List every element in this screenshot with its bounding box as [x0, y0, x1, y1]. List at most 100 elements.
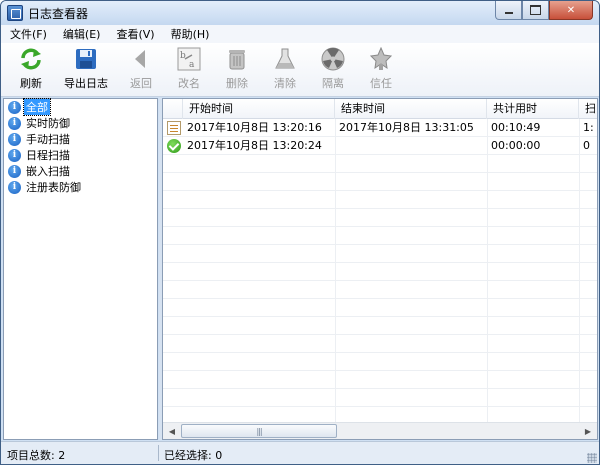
empty-row — [163, 191, 597, 209]
empty-row — [163, 371, 597, 389]
rename-button[interactable]: b a 改名 — [165, 43, 213, 95]
radiation-icon — [321, 47, 345, 71]
status-bar: 项目总数: 2 已经选择: 0 — [1, 441, 599, 464]
tree-item-scheduled-scan[interactable]: i 日程扫描 — [4, 147, 157, 163]
scrollbar-thumb[interactable]: ||| — [181, 424, 337, 438]
empty-row — [163, 317, 597, 335]
menu-help[interactable]: 帮助(H) — [168, 25, 213, 43]
tree-item-realtime-defense[interactable]: i 实时防御 — [4, 115, 157, 131]
empty-row — [163, 389, 597, 407]
cell-scan: 1: — [583, 121, 594, 134]
cell-start-time: 2017年10月8日 13:20:24 — [187, 139, 322, 152]
column-divider — [487, 119, 488, 423]
scroll-left-icon[interactable]: ◀ — [164, 424, 180, 439]
cell-duration: 00:10:49 — [491, 121, 541, 134]
window-controls: ✕ — [495, 1, 593, 20]
trust-button[interactable]: 信任 — [357, 43, 405, 95]
info-icon: i — [8, 180, 21, 194]
log-document-icon — [167, 121, 181, 135]
empty-row — [163, 227, 597, 245]
empty-row — [163, 353, 597, 371]
flask-icon — [273, 47, 297, 71]
empty-row — [163, 281, 597, 299]
status-divider — [158, 445, 159, 461]
export-log-button[interactable]: 导出日志 — [55, 43, 117, 95]
info-icon: i — [8, 116, 21, 130]
empty-row — [163, 155, 597, 173]
app-icon — [7, 5, 23, 21]
column-header-duration[interactable]: 共计用时 — [487, 99, 579, 119]
tree-item-label: 注册表防御 — [26, 181, 81, 194]
empty-row — [163, 335, 597, 353]
close-button[interactable]: ✕ — [549, 1, 593, 20]
tree-item-embedded-scan[interactable]: i 嵌入扫描 — [4, 163, 157, 179]
empty-row — [163, 299, 597, 317]
column-header-scan[interactable]: 扫 — [579, 99, 597, 119]
menu-view[interactable]: 查看(V) — [113, 25, 157, 43]
back-arrow-icon — [129, 47, 153, 71]
rename-label: 改名 — [178, 77, 200, 90]
trust-icon — [369, 47, 393, 71]
horizontal-scrollbar[interactable]: ◀ ||| ▶ — [163, 422, 597, 439]
title-bar[interactable]: 日志查看器 ✕ — [1, 1, 599, 25]
column-divider — [579, 119, 580, 423]
empty-row — [163, 245, 597, 263]
column-header-icon[interactable] — [163, 99, 183, 119]
log-list: 开始时间 结束时间 共计用时 扫 2017年10月8日 13:20:16 201… — [162, 98, 598, 440]
tree-item-label: 全部 — [23, 98, 51, 116]
success-check-icon — [167, 139, 181, 153]
cell-end-time: 2017年10月8日 13:31:05 — [339, 121, 474, 134]
menu-bar: 文件(F) 编辑(E) 查看(V) 帮助(H) — [1, 25, 599, 43]
empty-row — [163, 209, 597, 227]
cell-end-time — [335, 137, 487, 155]
trash-icon — [225, 47, 249, 71]
table-row[interactable]: 2017年10月8日 13:20:16 2017年10月8日 13:31:05 … — [163, 119, 597, 137]
menu-file[interactable]: 文件(F) — [7, 25, 50, 43]
delete-button[interactable]: 删除 — [213, 43, 261, 95]
delete-label: 删除 — [226, 77, 248, 90]
tree-item-label: 日程扫描 — [26, 149, 70, 162]
table-row[interactable]: 2017年10月8日 13:20:24 00:00:00 0 — [163, 137, 597, 155]
minimize-button[interactable] — [495, 1, 522, 20]
back-button[interactable]: 返回 — [117, 43, 165, 95]
window-title: 日志查看器 — [28, 7, 89, 21]
scroll-right-icon[interactable]: ▶ — [580, 424, 596, 439]
empty-row — [163, 263, 597, 281]
export-log-label: 导出日志 — [64, 77, 108, 90]
tree-item-all[interactable]: i 全部 — [4, 98, 157, 116]
clean-button[interactable]: 清除 — [261, 43, 309, 95]
column-divider — [335, 119, 336, 423]
toolbar: 刷新 导出日志 返回 b a 改名 删除 清除 隔离 信任 — [1, 43, 599, 97]
cell-duration: 00:00:00 — [491, 139, 541, 152]
column-header-end-time[interactable]: 结束时间 — [335, 99, 487, 119]
trust-label: 信任 — [370, 77, 392, 90]
tree-item-manual-scan[interactable]: i 手动扫描 — [4, 131, 157, 147]
refresh-label: 刷新 — [20, 77, 42, 90]
item-count-text: 项目总数: 2 — [7, 449, 66, 462]
rename-icon: b a — [177, 47, 201, 71]
column-header-start-time[interactable]: 开始时间 — [183, 99, 335, 119]
list-header: 开始时间 结束时间 共计用时 扫 — [163, 99, 597, 119]
svg-text:b: b — [180, 51, 186, 61]
info-icon: i — [8, 132, 21, 146]
clean-label: 清除 — [274, 77, 296, 90]
info-icon: i — [8, 164, 21, 178]
tree-item-label: 嵌入扫描 — [26, 165, 70, 178]
svg-text:a: a — [189, 60, 195, 70]
tree-item-label: 手动扫描 — [26, 133, 70, 146]
log-viewer-window: 日志查看器 ✕ 文件(F) 编辑(E) 查看(V) 帮助(H) 刷新 导出日志 … — [0, 0, 600, 465]
tree-item-label: 实时防御 — [26, 117, 70, 130]
empty-row — [163, 173, 597, 191]
cell-scan: 0 — [583, 139, 590, 152]
quarantine-button[interactable]: 隔离 — [309, 43, 357, 95]
quarantine-label: 隔离 — [322, 77, 344, 90]
refresh-icon — [19, 47, 43, 71]
menu-edit[interactable]: 编辑(E) — [60, 25, 104, 43]
back-label: 返回 — [130, 77, 152, 90]
maximize-button[interactable] — [522, 1, 549, 20]
cell-start-time: 2017年10月8日 13:20:16 — [187, 121, 322, 134]
resize-grip-icon[interactable] — [587, 453, 597, 463]
refresh-button[interactable]: 刷新 — [7, 43, 55, 95]
tree-item-registry-defense[interactable]: i 注册表防御 — [4, 179, 157, 195]
floppy-disk-icon — [74, 47, 98, 71]
